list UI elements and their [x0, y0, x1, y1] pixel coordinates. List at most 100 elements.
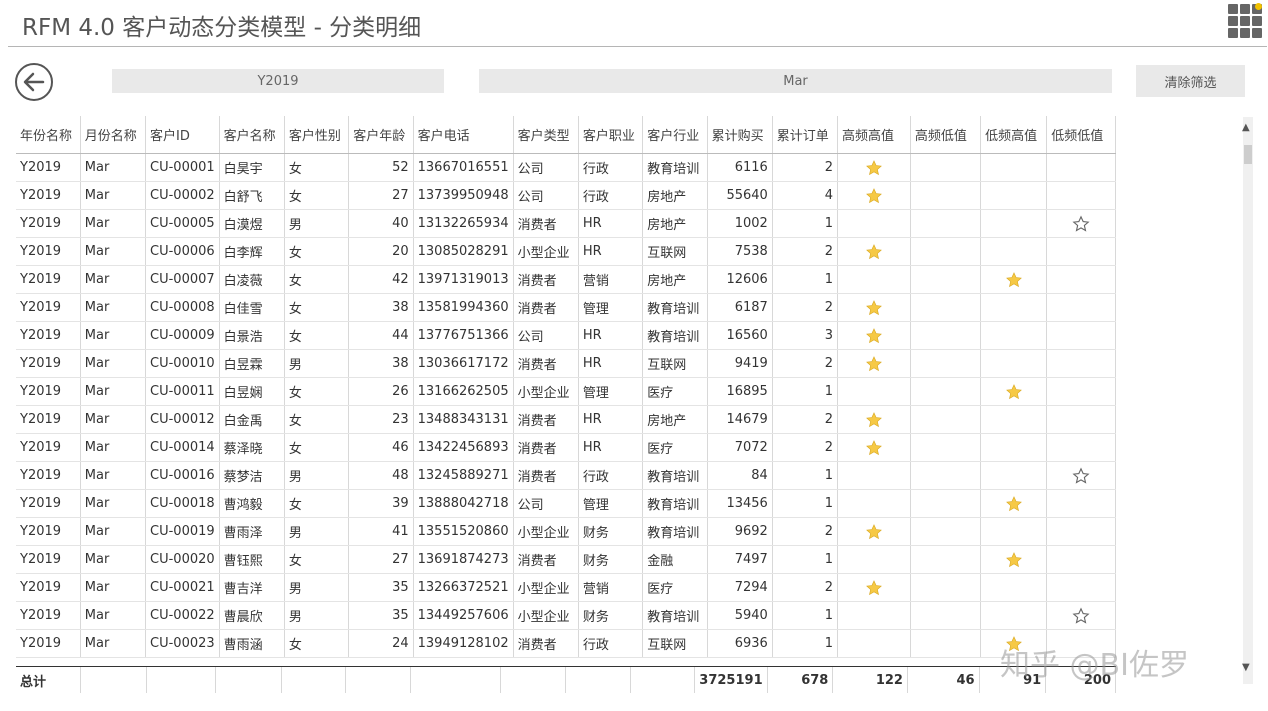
table-row[interactable]: Y2019 Mar CU-00002 白舒飞女 27 13739950948 公司 行政 房地产…: [16, 181, 1116, 210]
segment-cell: [837, 153, 911, 182]
scroll-up-icon[interactable]: ▲: [1242, 122, 1250, 133]
column-header[interactable]: 月份名称: [80, 116, 147, 154]
totals-label: 总计: [16, 667, 82, 693]
table-cell: 曹鸿毅: [219, 489, 285, 518]
table-cell: 房地产: [642, 265, 708, 294]
table-cell: 女: [284, 237, 350, 266]
table-cell: 财务: [578, 517, 644, 546]
table-row[interactable]: Y2019 Mar CU-00010 白昱霖男 38 13036617172 消费者 HR 互联…: [16, 349, 1116, 378]
table-row[interactable]: Y2019 Mar CU-00022 曹晨欣男 35 13449257606 小型企业 财务教…: [16, 601, 1116, 630]
table-cell: CU-00018: [145, 489, 220, 518]
table-cell: Y2019: [16, 349, 81, 378]
table-cell: 13776751366: [413, 321, 514, 350]
table-cell: Y2019: [16, 293, 81, 322]
table-cell: 医疗: [642, 433, 708, 462]
table-cell: 2: [772, 153, 839, 182]
column-header[interactable]: 客户类型: [513, 116, 579, 154]
column-header[interactable]: 客户职业: [578, 116, 644, 154]
year-slicer[interactable]: Y2019: [112, 69, 444, 93]
segment-cell: [910, 237, 982, 266]
column-header[interactable]: 客户电话: [413, 116, 514, 154]
table-row[interactable]: Y2019 Mar CU-00019 曹雨泽男 41 13551520860 小型企业 财务教…: [16, 517, 1116, 546]
table-row[interactable]: Y2019 Mar CU-00014 蔡泽晓女 46 13422456893 消费者 HR 医疗…: [16, 433, 1116, 462]
table-cell: 13581994360: [413, 293, 514, 322]
table-cell: 房地产: [642, 405, 708, 434]
table-cell: 财务: [578, 601, 644, 630]
column-header[interactable]: 客户性别: [284, 116, 350, 154]
table-cell: 互联网: [642, 349, 708, 378]
table-cell: Mar: [80, 405, 147, 434]
table-row[interactable]: Y2019 Mar CU-00012 白金禹女 23 13488343131 消费者 HR 房地…: [16, 405, 1116, 434]
table-cell: 27: [348, 181, 414, 210]
table-cell: 消费者: [513, 545, 579, 574]
table-cell: 1002: [707, 209, 773, 238]
table-row[interactable]: Y2019 Mar CU-00020 曹钰熙女 27 13691874273 消费者 财务 金融…: [16, 545, 1116, 574]
table-row[interactable]: Y2019 Mar CU-00008 白佳雪女 38 13581994360 消费者 管理 教育…: [16, 293, 1116, 322]
table-row[interactable]: Y2019 Mar CU-00011 白昱娴女 26 13166262505 小型企业 管理医…: [16, 377, 1116, 406]
segment-cell: [980, 573, 1048, 602]
table-row[interactable]: Y2019 Mar CU-00021 曹吉洋男 35 13266372521 小型企业 营销医…: [16, 573, 1116, 602]
column-header[interactable]: 客户ID: [145, 116, 220, 154]
table-cell: Y2019: [16, 517, 81, 546]
column-header[interactable]: 年份名称: [16, 116, 81, 154]
app-grid-icon[interactable]: [1228, 3, 1262, 38]
table-cell: Mar: [80, 517, 147, 546]
table-cell: 教育培训: [642, 489, 708, 518]
table-cell: 13971319013: [413, 265, 514, 294]
table-cell: Mar: [80, 321, 147, 350]
column-header[interactable]: 高频高值: [837, 116, 911, 154]
column-header[interactable]: 高频低值: [910, 116, 982, 154]
table-cell: Mar: [80, 209, 147, 238]
month-slicer[interactable]: Mar: [479, 69, 1112, 93]
table-cell: Y2019: [16, 405, 81, 434]
table-cell: 20: [348, 237, 414, 266]
segment-cell: [910, 433, 982, 462]
segment-cell: [1046, 601, 1116, 630]
column-header[interactable]: 累计购买: [707, 116, 773, 154]
table-cell: 蔡梦洁: [219, 461, 285, 490]
table-cell: 1: [772, 489, 839, 518]
table-cell: 3: [772, 321, 839, 350]
back-button[interactable]: [15, 63, 53, 101]
table-cell: 教育培训: [642, 293, 708, 322]
scroll-down-icon[interactable]: ▼: [1242, 662, 1250, 673]
table-cell: 13266372521: [413, 573, 514, 602]
table-cell: CU-00011: [145, 377, 220, 406]
table-cell: 管理: [578, 377, 644, 406]
table-cell: HR: [578, 209, 644, 238]
segment-cell: [980, 517, 1048, 546]
table-row[interactable]: Y2019 Mar CU-00009 白景浩女 44 13776751366 公司 HR 教育培…: [16, 321, 1116, 350]
table-cell: Mar: [80, 601, 147, 630]
column-header[interactable]: 客户行业: [642, 116, 708, 154]
segment-cell: [1046, 405, 1116, 434]
column-header[interactable]: 累计订单: [772, 116, 839, 154]
segment-cell: [980, 489, 1048, 518]
table-cell: 23: [348, 405, 414, 434]
scrollbar-thumb[interactable]: [1244, 145, 1252, 164]
segment-cell: [837, 601, 911, 630]
table-cell: CU-00001: [145, 153, 220, 182]
vertical-scrollbar[interactable]: [1243, 117, 1253, 684]
table-cell: CU-00010: [145, 349, 220, 378]
table-cell: 35: [348, 573, 414, 602]
table-cell: 13085028291: [413, 237, 514, 266]
column-header[interactable]: 客户名称: [219, 116, 285, 154]
column-header[interactable]: 客户年龄: [348, 116, 414, 154]
table-cell: 2: [772, 517, 839, 546]
table-cell: 小型企业: [513, 517, 579, 546]
table-row[interactable]: Y2019 Mar CU-00007 白凌薇女 42 13971319013 消费者 营销 房地…: [16, 265, 1116, 294]
star-filled-icon: [866, 523, 882, 539]
table-row[interactable]: Y2019 Mar CU-00005 白漠煜男 40 13132265934 消费者 HR 房地…: [16, 209, 1116, 238]
table-row[interactable]: Y2019 Mar CU-00001 白昊宇女 52 13667016551 公司 行政 教育培…: [16, 153, 1116, 182]
table-row[interactable]: Y2019 Mar CU-00018 曹鸿毅女 39 13888042718 公司 管理 教育培…: [16, 489, 1116, 518]
clear-filters-button[interactable]: 清除筛选: [1136, 65, 1245, 97]
column-header[interactable]: 低频高值: [980, 116, 1048, 154]
column-header[interactable]: 低频低值: [1046, 116, 1116, 154]
table-cell: 52: [348, 153, 414, 182]
table-cell: 4: [772, 181, 839, 210]
table-row[interactable]: Y2019 Mar CU-00023 曹雨涵女 24 13949128102 消费者 行政 互联…: [16, 629, 1116, 658]
table-cell: 公司: [513, 321, 579, 350]
table-row[interactable]: Y2019 Mar CU-00016 蔡梦洁男 48 13245889271 消费者 行政 教育…: [16, 461, 1116, 490]
segment-cell: [910, 461, 982, 490]
table-row[interactable]: Y2019 Mar CU-00006 白李辉女 20 13085028291 小型企业 HR 互…: [16, 237, 1116, 266]
